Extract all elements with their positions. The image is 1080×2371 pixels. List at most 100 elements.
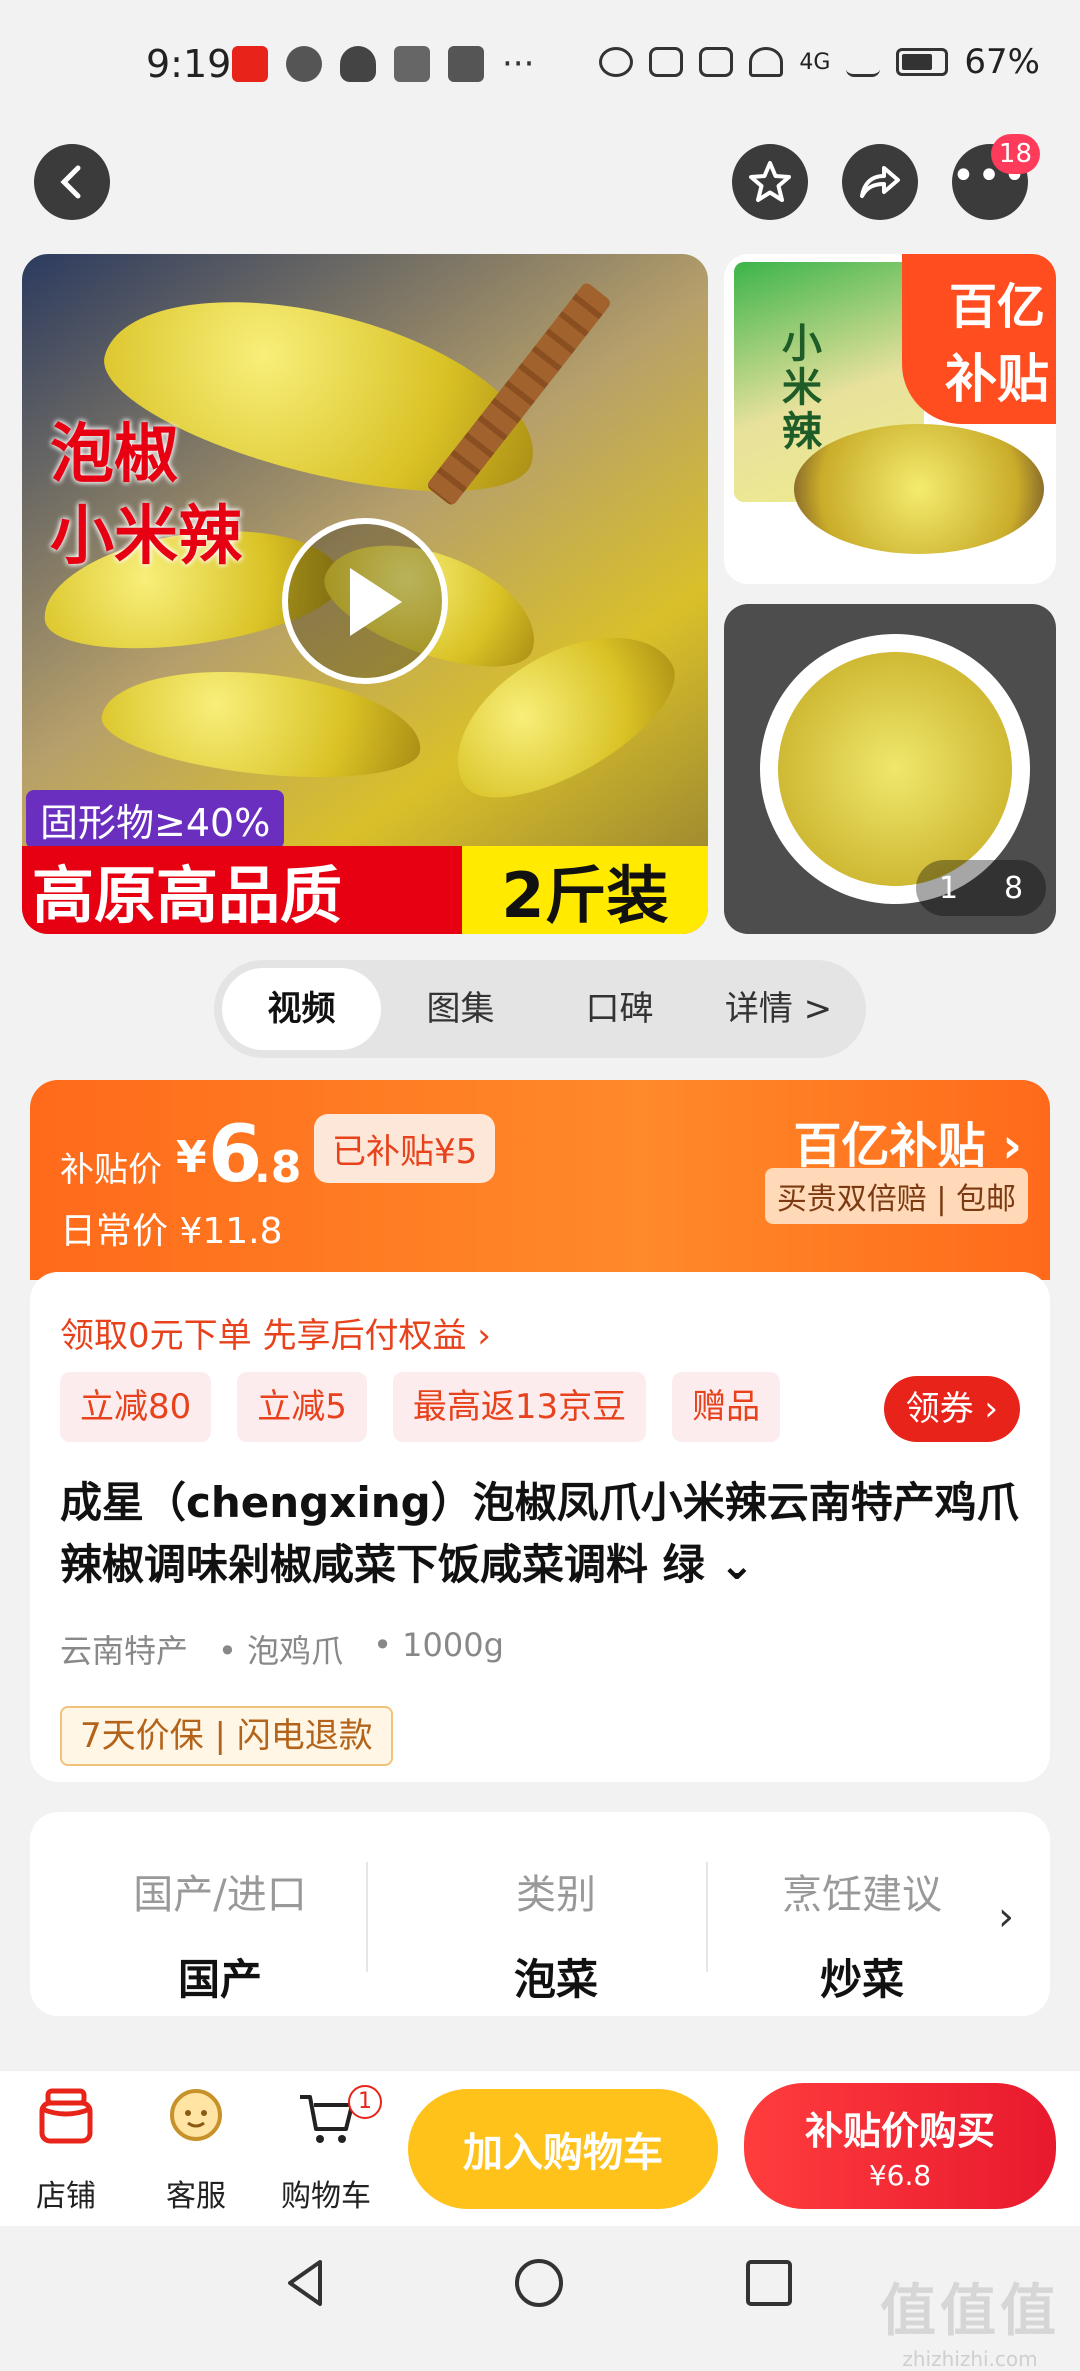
get-coupon-button[interactable]: 领券 › [883,1376,1020,1442]
cart-button[interactable]: 1 购物车 [266,2085,386,2215]
watermark-site: zhizhizhi.com [902,2347,1038,2371]
spec-value: 泡菜 [513,1955,598,2004]
currency-symbol: ¥ [176,1132,207,1183]
media-tabs: 视频 图集 口碑 详情 > [214,960,866,1058]
promo-chip[interactable]: 赠品 [672,1372,781,1442]
weight-banner: 2斤装 [462,846,708,934]
pager-current: 1 [938,870,959,906]
price-banner: 补贴价 ¥ 6 .8 已补贴¥5 日常价 ¥11.8 百亿补贴 › 买贵双倍赔 … [30,1080,1050,1280]
promo-chip[interactable]: 最高返13京豆 [392,1372,647,1442]
pager-total: 8 [1003,870,1024,906]
cart-label: 购物车 [281,2179,371,2214]
spec-divider [706,1862,708,1972]
spec-origin: 国产/进口 国产 [70,1862,370,2007]
tab-reviews[interactable]: 口碑 [540,968,699,1050]
subsidized-amount: 已补贴¥5 [314,1114,496,1183]
wifi-icon [749,47,784,77]
buy-now-button[interactable]: 补贴价购买 ¥6.8 [744,2083,1056,2209]
attribute: 云南特产 [60,1632,189,1670]
message-badge: 18 [990,134,1040,174]
more-notifications-icon: ··· [502,44,535,84]
share-button[interactable] [842,144,918,220]
corner-line-2: 补贴 [944,349,1049,410]
price-label: 补贴价 [60,1150,162,1190]
bowl-image [794,424,1044,554]
product-attributes: 云南特产 • 泡鸡爪 • 1000g [60,1626,504,1672]
play-video-button[interactable] [282,518,448,684]
spec-cooking: 烹饪建议 炒菜 [722,1862,1002,2007]
add-to-cart-button[interactable]: 加入购物车 [408,2089,718,2209]
spec-value: 国产 [177,1955,262,2004]
bag-label: 小米辣 [782,321,822,455]
spec-category: 类别 泡菜 [406,1862,706,2007]
spec-divider [366,1862,368,1972]
spec-value: 炒菜 [819,1955,904,2004]
clock: 9:19 [146,42,232,86]
product-gallery[interactable]: 泡椒 小米辣 固形物≥40% 高原高品质 2斤装 小米辣 百亿 补贴 1 8 [22,254,1080,934]
star-icon [749,161,791,202]
service-label: 客服 [166,2179,226,2214]
share-icon [860,166,900,198]
watermark-logo: 值值值 [880,2279,1060,2344]
promo-chip[interactable]: 立减5 [237,1372,367,1442]
main-product-image[interactable]: 泡椒 小米辣 固形物≥40% 高原高品质 2斤装 [22,254,708,934]
solids-label: 固形物≥40% [26,790,285,849]
tag-line-1: 泡椒 [50,418,178,492]
nav-home-icon[interactable] [512,2256,566,2310]
nav-back-icon[interactable] [280,2256,334,2310]
store-button[interactable]: 店铺 [6,2085,126,2215]
image-pager: 1 8 [916,860,1046,916]
chevron-right-icon[interactable]: › [998,1894,1014,1940]
mail-icon [448,46,484,82]
promo-chip[interactable]: 立减80 [60,1372,212,1442]
attribute: • 1000g [373,1626,504,1664]
spec-key: 国产/进口 [133,1872,307,1918]
gallery-thumbnail-2[interactable]: 1 8 [724,604,1056,934]
spec-key: 烹饪建议 [782,1872,942,1918]
product-title[interactable]: 成星（chengxing）泡椒凤爪小米辣云南特产鸡爪辣椒调味剁椒咸菜下饭咸菜调料… [60,1472,1030,1596]
customer-service-button[interactable]: 客服 [136,2085,256,2215]
mute-icon [699,47,734,77]
pay-later-promo-link[interactable]: 领取0元下单 先享后付权益 › [60,1308,491,1357]
promo-chips: 立减80 立减5 最高返13京豆 赠品 [60,1372,781,1442]
nav-recents-icon[interactable] [742,2256,796,2310]
quality-banner: 高原高品质 [22,846,462,934]
product-info-card: 领取0元下单 先享后付权益 › 立减80 立减5 最高返13京豆 赠品 领券 ›… [30,1272,1050,1782]
qq-icon [340,46,376,82]
buy-now-label: 补贴价购买 [804,2109,995,2153]
store-icon [39,2088,93,2144]
store-label: 店铺 [36,2179,96,2214]
tab-details[interactable]: 详情 > [699,968,858,1050]
corner-line-1: 百亿 [948,278,1045,335]
back-button[interactable] [34,144,110,220]
service-guarantee-badge[interactable]: 7天价保 | 闪电退款 [60,1706,393,1766]
subsidy-corner-badge: 百亿 补贴 [902,254,1056,424]
bottom-action-bar: 店铺 客服 1 购物车 加入购物车 补贴价购买 ¥6.8 [0,2070,1080,2226]
subsidy-brand-link[interactable]: 百亿补贴 › [794,1106,1023,1176]
tab-gallery[interactable]: 图集 [381,968,540,1050]
cart-badge: 1 [348,2085,382,2119]
more-menu-button[interactable]: ••• 18 [952,134,1040,220]
alipay-icon [394,46,430,82]
subsidy-guarantee: 买贵双倍赔 | 包邮 [764,1168,1028,1224]
battery-icon [896,48,949,76]
battery-percent: 67% [964,42,1040,82]
product-tag-text: 泡椒 小米辣 [50,414,242,578]
tab-video[interactable]: 视频 [222,968,381,1050]
notification-icons: ··· [232,44,534,84]
attribute: • 泡鸡爪 [218,1632,344,1670]
spec-summary-card[interactable]: 国产/进口 国产 类别 泡菜 烹饪建议 炒菜 › [30,1812,1050,2016]
network-type: 4G [799,49,831,75]
bluetooth-icon [649,47,684,77]
favorite-button[interactable] [732,144,808,220]
price-decimal: .8 [254,1142,302,1193]
wechat-icon [286,46,322,82]
tag-line-2: 小米辣 [50,500,242,574]
site-watermark: 值值值 zhizhizhi.com [880,2266,1060,2371]
gallery-thumbnail-1[interactable]: 小米辣 百亿 补贴 [724,254,1056,584]
status-bar: 9:19 ··· 4G 67% [0,0,1080,130]
spec-key: 类别 [516,1872,596,1918]
daily-price: 日常价 ¥11.8 [60,1211,283,1252]
chevron-left-icon [60,165,81,199]
signal-icon [846,47,881,77]
